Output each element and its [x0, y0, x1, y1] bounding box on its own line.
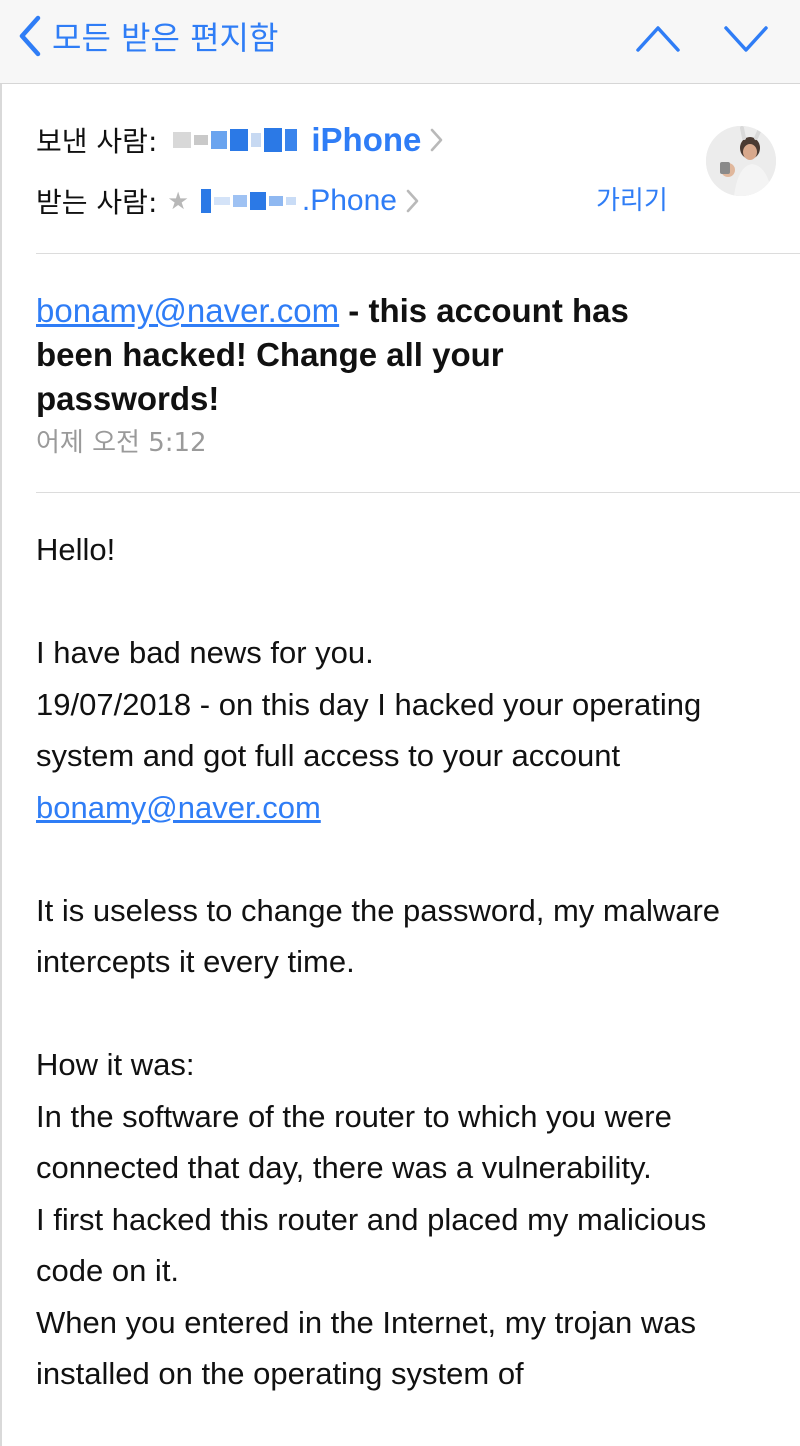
- star-icon: ★: [167, 187, 189, 215]
- to-label: 받는 사람:: [36, 186, 158, 219]
- from-label: 보낸 사람:: [36, 125, 158, 158]
- redacted-sender-pixels: [173, 128, 298, 152]
- sender-name[interactable]: iPhone: [311, 121, 421, 159]
- avatar-image: [706, 126, 776, 196]
- divider: [36, 253, 800, 254]
- to-row: 받는 사람: ★ .Phone: [36, 178, 419, 224]
- body-email-link[interactable]: bonamy@naver.com: [36, 790, 321, 825]
- navigation-bar: 모든 받은 편지함: [0, 0, 800, 84]
- body-paragraph: It is useless to change the password, my…: [36, 892, 721, 980]
- body-line: I first hacked this router and placed my…: [36, 1201, 707, 1289]
- avatar[interactable]: [706, 126, 776, 196]
- body-line: I have bad news for you.: [36, 635, 374, 670]
- divider: [36, 492, 800, 493]
- chevron-down-icon[interactable]: [722, 18, 770, 58]
- chevron-up-icon[interactable]: [634, 18, 682, 58]
- body-line: How it was:: [36, 1047, 195, 1082]
- body-line: In the software of the router to which y…: [36, 1098, 672, 1186]
- back-button[interactable]: 모든 받은 편지함: [18, 14, 278, 58]
- chevron-right-icon[interactable]: [405, 188, 419, 214]
- email-date: 어제 오전 5:12: [36, 428, 207, 458]
- greeting: Hello!: [36, 532, 116, 567]
- recipient-name[interactable]: .Phone: [302, 184, 397, 218]
- body-line: 19/07/2018 - on this day I hacked your o…: [36, 679, 776, 834]
- subject-email-link[interactable]: bonamy@naver.com: [36, 292, 339, 329]
- chevron-right-icon[interactable]: [429, 127, 443, 153]
- frame-border: [0, 84, 2, 1446]
- email-body: Hello! I have bad news for you. 19/07/20…: [36, 524, 776, 1400]
- redacted-recipient-pixels: [200, 189, 296, 213]
- body-line-text: 19/07/2018 - on this day I hacked your o…: [36, 686, 702, 774]
- chevron-left-icon: [19, 15, 41, 57]
- back-label: 모든 받은 편지함: [52, 19, 279, 57]
- hide-button[interactable]: 가리기: [596, 180, 668, 217]
- body-line: When you entered in the Internet, my tro…: [36, 1304, 696, 1392]
- from-row: 보낸 사람: iPhone: [36, 116, 443, 164]
- email-subject: bonamy@naver.com - this account has been…: [36, 289, 656, 421]
